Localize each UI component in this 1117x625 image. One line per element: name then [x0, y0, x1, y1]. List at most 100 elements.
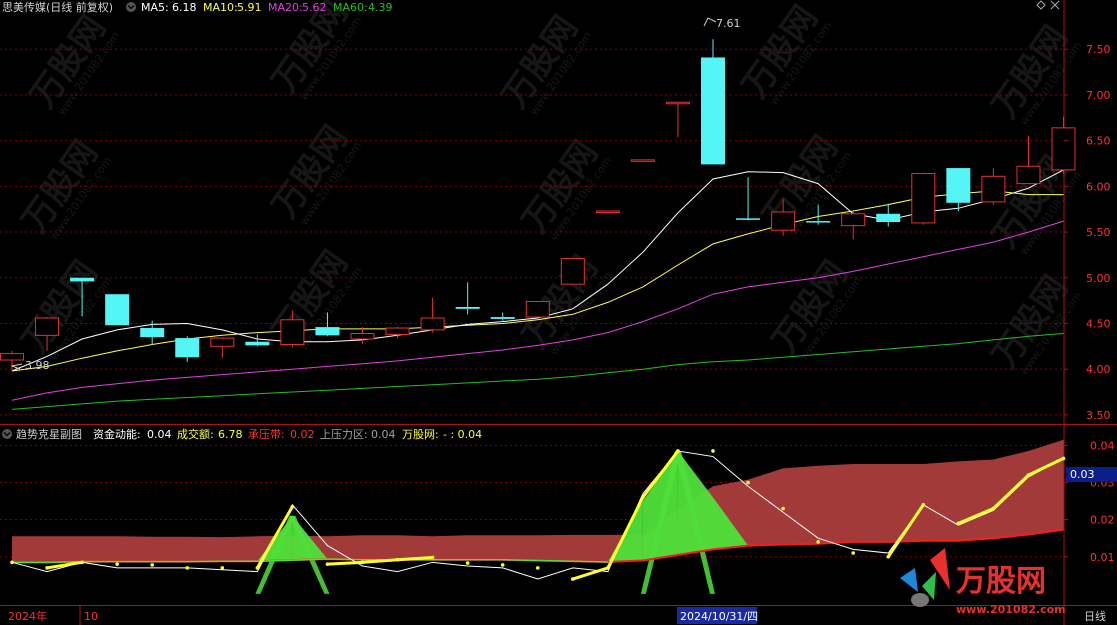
fund-momentum-point	[641, 495, 645, 500]
fund-momentum-point	[1026, 473, 1031, 477]
cyd-label: 承压带:	[248, 428, 285, 441]
main-tick-label: 3.50	[1086, 409, 1111, 422]
candle-body	[876, 213, 901, 222]
main-title: 思美传媒(日线 前复权)	[2, 0, 113, 14]
candle-body	[490, 317, 515, 319]
fund-momentum-point	[395, 557, 400, 562]
sub-tick-label: 0.01	[1090, 551, 1115, 564]
zjdn-label: 资金动能:	[93, 427, 141, 441]
fund-momentum-point	[676, 449, 680, 453]
candle[interactable]	[595, 210, 620, 214]
fund-momentum-point	[255, 566, 260, 570]
sub-tick-label: 0.02	[1090, 514, 1115, 527]
ma10-value: 5.91	[237, 1, 262, 14]
sub-tick-label: 0.04	[1090, 439, 1115, 452]
cyd-value: 0.02	[290, 428, 315, 441]
cursor-date: 2024/10/31/四	[680, 610, 758, 623]
main-tick-label: 7.50	[1086, 43, 1111, 56]
month-label: 10	[84, 610, 98, 623]
ma20-label: MA20:	[268, 1, 303, 14]
sylq-label: 上压力区:	[320, 428, 368, 441]
candle-body	[736, 218, 761, 220]
fund-momentum-point	[465, 561, 470, 565]
candle-body	[525, 301, 550, 318]
candle-body	[911, 173, 936, 224]
candle-body	[841, 213, 866, 227]
sub-header: 趋势克星副图 资金动能: 0.04 成交额: 6.78 承压带: 0.02 上压…	[2, 427, 482, 441]
candle-body	[245, 341, 270, 346]
fund-momentum-point	[45, 566, 49, 570]
candle-body	[350, 333, 375, 340]
fund-momentum-point	[150, 563, 154, 567]
candle[interactable]	[630, 159, 655, 162]
main-tick-label: 4.50	[1086, 317, 1111, 330]
fund-momentum-point	[220, 566, 225, 570]
candle-body	[70, 277, 95, 282]
wgw-value: - : 0.04	[443, 428, 482, 441]
candle-body	[806, 221, 831, 223]
candle-body	[1016, 165, 1041, 185]
collapse-sub-icon[interactable]	[2, 429, 12, 439]
fund-momentum-point	[921, 502, 926, 507]
candle-body	[630, 159, 655, 162]
period-label[interactable]: 日线	[1084, 609, 1106, 623]
sub-title: 趋势克星副图	[16, 428, 82, 441]
logo-bull-icon	[911, 593, 929, 607]
candle-body	[420, 317, 445, 331]
candle-body	[280, 319, 305, 345]
ma10-label: MA10:	[203, 1, 238, 14]
fund-momentum-point	[115, 562, 119, 566]
ma60-value: 4.39	[368, 1, 393, 14]
candle-body	[210, 337, 235, 347]
candle[interactable]	[701, 39, 725, 165]
main-tick-label: 6.50	[1086, 135, 1111, 148]
logo-brand-text: 万股网	[956, 564, 1046, 599]
candle[interactable]	[525, 301, 550, 318]
candle-body	[981, 175, 1006, 203]
main-tick-label: 7.00	[1086, 89, 1111, 102]
zjdn-value: 0.04	[147, 428, 172, 441]
fund-momentum-point	[290, 504, 295, 509]
fund-momentum-point	[10, 560, 14, 565]
candle-body	[175, 338, 200, 358]
sylq-value: 0.04	[371, 428, 396, 441]
fund-momentum-point	[781, 506, 785, 511]
candle-body	[385, 327, 410, 335]
fund-momentum-point	[325, 562, 330, 566]
candle-body	[455, 307, 480, 309]
fund-momentum-point	[571, 577, 575, 581]
candle-body	[595, 210, 620, 214]
candle[interactable]	[105, 294, 130, 326]
candle[interactable]	[560, 258, 585, 285]
main-tick-label: 6.00	[1086, 180, 1111, 193]
collapse-main-icon[interactable]	[126, 2, 136, 12]
fund-momentum-point	[1061, 456, 1066, 461]
fund-momentum-point	[535, 566, 540, 570]
fund-momentum-point	[711, 449, 715, 453]
low-price-label: 3.98	[25, 359, 50, 372]
candle[interactable]	[911, 172, 936, 225]
stock-chart[interactable]: 万股网www.201082.com 万股网www.201082.com 万股网www…	[0, 0, 1117, 625]
candle-body	[35, 317, 60, 336]
cje-value: 6.78	[218, 428, 243, 441]
candle-body	[105, 294, 130, 326]
fund-momentum-point	[886, 554, 891, 559]
ma20-value: 5.62	[302, 1, 327, 14]
fund-momentum-segment	[327, 560, 363, 566]
candle-body	[946, 168, 971, 203]
fund-momentum-point	[746, 480, 750, 485]
wgw-label: 万股网:	[402, 428, 439, 441]
year-label: 2024年	[8, 609, 47, 623]
fund-momentum-point	[991, 506, 996, 511]
fund-momentum-point	[185, 566, 190, 570]
fund-momentum-point	[851, 551, 855, 555]
ma60-label: MA60:	[333, 1, 368, 14]
fund-momentum-point	[500, 563, 505, 567]
candle-body	[665, 101, 690, 105]
candle-body	[771, 211, 796, 231]
fund-momentum-point	[816, 540, 820, 544]
candle-body	[560, 258, 585, 285]
fund-momentum-point	[430, 555, 435, 560]
fund-momentum-point	[80, 560, 84, 565]
candle-body	[701, 57, 725, 165]
